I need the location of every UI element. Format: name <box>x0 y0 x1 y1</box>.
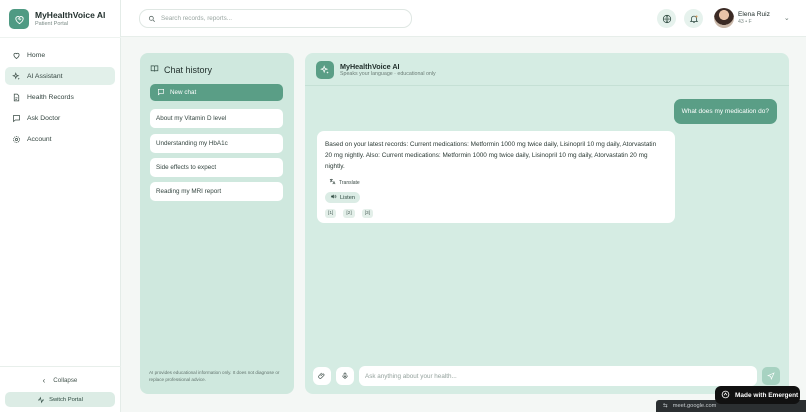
sidebar-item-health-records[interactable]: Health Records <box>5 88 115 106</box>
citation-chip[interactable]: [2] <box>343 209 355 218</box>
activity-icon <box>38 396 45 403</box>
collapse-label: Collapse <box>53 376 78 384</box>
sidebar-item-label: Account <box>27 135 52 143</box>
sidebar-item-ask-doctor[interactable]: Ask Doctor <box>5 109 115 127</box>
language-button[interactable] <box>657 9 676 28</box>
search-icon <box>148 15 155 22</box>
sidebar: MyHealthVoice AI Patient Portal Home AI … <box>0 0 121 412</box>
emergent-logo-icon <box>721 390 730 401</box>
sidebar-item-label: Ask Doctor <box>27 114 61 122</box>
assistant-message: Based on your latest records: Current me… <box>317 131 675 223</box>
history-item[interactable]: Side effects to expect <box>150 158 283 177</box>
gear-icon <box>11 134 21 144</box>
citation-chip[interactable]: [1] <box>325 209 337 218</box>
chevron-left-icon: ‹ <box>42 375 46 385</box>
divider <box>0 37 121 38</box>
avatar <box>714 8 734 28</box>
file-icon <box>11 92 21 102</box>
chat-icon <box>11 113 21 123</box>
new-chat-label: New chat <box>170 89 197 96</box>
book-icon <box>150 64 159 75</box>
assistant-message-text: Based on your latest records: Current me… <box>325 141 657 170</box>
history-item[interactable]: Understanding my HbA1c <box>150 134 283 153</box>
screen-share-icon: ⇆ <box>663 403 668 409</box>
search-bar[interactable] <box>139 9 412 28</box>
citations: [1] [2] [3] <box>325 209 667 218</box>
bot-subtitle: Speaks your language · educational only <box>340 71 436 77</box>
heart-icon <box>11 50 21 60</box>
collapse-button[interactable]: ‹ Collapse <box>5 374 115 386</box>
made-with-label: Made with Emergent <box>735 391 799 399</box>
user-message: What does my medication do? <box>673 99 777 124</box>
chat-history-title: Chat history <box>150 64 212 75</box>
notifications-button[interactable] <box>684 9 703 28</box>
app-title: MyHealthVoice AI <box>35 10 106 20</box>
app-subtitle: Patient Portal <box>35 21 69 27</box>
message-input-box[interactable] <box>359 366 757 386</box>
switch-portal-label: Switch Portal <box>49 396 83 403</box>
top-header: Elena Ruiz 43 • F ⌄ <box>121 0 806 37</box>
chat-plus-icon <box>157 88 165 98</box>
sparkles-icon <box>11 71 21 81</box>
new-chat-button[interactable]: New chat <box>150 84 283 101</box>
translate-label: Translate <box>339 179 360 186</box>
meet-label: meet.google.com <box>672 403 717 409</box>
divider <box>0 366 121 367</box>
search-input[interactable] <box>161 15 401 22</box>
history-item[interactable]: About my Vitamin D level <box>150 109 283 128</box>
sidebar-item-label: AI Assistant <box>27 72 63 80</box>
user-menu[interactable]: Elena Ruiz 43 • F ⌄ <box>714 8 790 28</box>
sidebar-item-label: Home <box>27 51 46 59</box>
microphone-icon <box>342 372 348 379</box>
sidebar-item-account[interactable]: Account <box>5 130 115 148</box>
send-icon <box>767 372 775 380</box>
user-name: Elena Ruiz <box>738 10 770 18</box>
citation-chip[interactable]: [3] <box>361 209 374 218</box>
attach-button[interactable] <box>313 367 331 385</box>
user-meta: 43 • F <box>738 18 752 25</box>
sidebar-item-home[interactable]: Home <box>5 46 115 64</box>
bell-icon <box>689 14 698 23</box>
chevron-down-icon: ⌄ <box>783 15 790 22</box>
sidebar-item-label: Health Records <box>27 93 74 101</box>
sparkles-icon <box>316 61 334 79</box>
disclaimer: AI provides educational information only… <box>149 370 280 382</box>
bot-name: MyHealthVoice AI <box>340 62 400 71</box>
chat-header: MyHealthVoice AI Speaks your language · … <box>316 61 436 79</box>
speaker-icon <box>330 193 337 202</box>
switch-portal-button[interactable]: Switch Portal <box>5 392 115 407</box>
made-with-badge[interactable]: Made with Emergent <box>715 386 800 404</box>
globe-icon <box>662 14 671 23</box>
translate-icon <box>329 178 336 187</box>
chat-history-panel: Chat history New chat About my Vitamin D… <box>140 53 294 394</box>
message-input[interactable] <box>365 372 745 380</box>
paperclip-icon <box>318 372 325 379</box>
sidebar-nav: Home AI Assistant Health Records Ask Doc… <box>5 46 115 151</box>
heart-logo-icon <box>9 9 29 29</box>
sidebar-item-ai-assistant[interactable]: AI Assistant <box>5 67 115 85</box>
chat-panel: MyHealthVoice AI Speaks your language · … <box>305 53 789 394</box>
history-item[interactable]: Reading my MRI report <box>150 182 283 201</box>
listen-label: Listen <box>340 194 355 201</box>
brand[interactable]: MyHealthVoice AI Patient Portal <box>9 9 105 29</box>
voice-input-button[interactable] <box>336 367 354 385</box>
divider <box>305 85 789 86</box>
send-button[interactable] <box>762 367 780 385</box>
listen-button[interactable]: Listen <box>325 192 360 203</box>
translate-button[interactable]: Translate <box>329 178 667 187</box>
